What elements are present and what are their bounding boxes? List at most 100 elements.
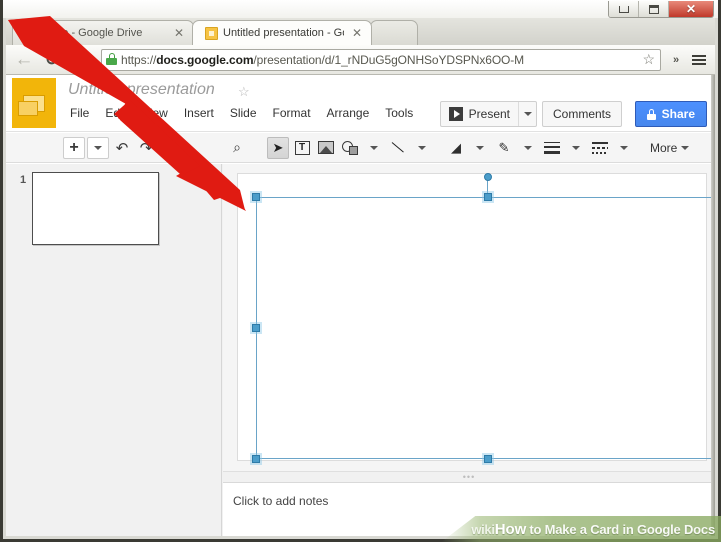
chevron-down-icon [370,145,378,150]
url-scheme: https:// [121,52,157,67]
chevron-double-right-icon[interactable]: » [667,54,685,66]
watermark-how: How [494,520,527,538]
chevron-down-icon [524,145,532,150]
google-slides-logo-icon[interactable] [12,78,56,128]
menu-edit[interactable]: Edit [105,106,126,120]
line-weight-button[interactable] [541,137,563,159]
chevron-down-icon [620,145,628,150]
document-title[interactable]: Untitled presentation [68,81,215,99]
star-document-icon[interactable]: ☆ [238,84,250,100]
line-icon [391,141,406,155]
tab-close-icon[interactable]: ✕ [349,27,365,39]
present-button[interactable]: Present [441,102,518,126]
new-slide-button[interactable]: + [63,136,85,159]
notes-splitter[interactable]: ••• [223,471,715,482]
line-dash-button[interactable] [589,137,611,159]
bookmark-star-icon[interactable]: ☆ [642,51,656,68]
maximize-button[interactable] [639,1,669,17]
line-dash-dropdown-button[interactable] [613,137,635,159]
resize-handle-bottom-center[interactable] [483,455,492,463]
slide-filmstrip[interactable]: 1 [6,164,222,536]
chevron-down-icon [94,145,102,150]
tab-my-drive[interactable]: My Drive - Google Drive ✕ [12,20,194,45]
more-label: More [650,140,678,155]
home-icon[interactable]: ⌂ [69,48,95,72]
play-icon [448,107,463,121]
menu-arrange[interactable]: Arrange [327,106,370,120]
text-box-button[interactable]: T [291,137,313,159]
insert-shape-button[interactable] [339,137,361,159]
back-arrow-icon[interactable]: ← [11,48,37,72]
close-button[interactable]: ✕ [669,1,713,17]
fill-color-dropdown-button[interactable] [469,137,491,159]
tab-title: My Drive - Google Drive [25,27,143,39]
line-color-dropdown-button[interactable] [517,137,539,159]
tab-strip: My Drive - Google Drive ✕ Untitled prese… [6,18,715,45]
watermark-wiki: wiki [471,521,495,537]
present-button-group: Present [439,101,537,127]
menu-bar: File Edit View Insert Slide Format Arran… [70,106,413,120]
insert-line-button[interactable] [387,137,409,159]
chevron-down-icon [681,145,690,150]
paint-format-icon: ✐ [164,139,176,155]
shape-dropdown-button[interactable] [363,137,385,159]
minimize-button[interactable] [609,1,639,17]
resize-handle-bottom-left[interactable] [252,455,260,463]
chevron-down-icon [572,145,580,150]
menu-insert[interactable]: Insert [184,106,214,120]
share-button[interactable]: Share [634,101,707,127]
selection-outline [256,197,715,459]
zoom-button[interactable]: ⌕ [226,137,248,159]
window-right-edge [711,75,715,536]
menu-file[interactable]: File [70,106,89,120]
rotation-handle[interactable] [483,173,492,181]
tab-close-icon[interactable]: ✕ [171,27,187,39]
present-dropdown-button[interactable] [518,102,536,126]
google-slides-app: Untitled presentation ☆ File Edit View I… [6,75,715,536]
slide-thumbnail[interactable] [32,172,160,245]
line-dropdown-button[interactable] [411,137,433,159]
close-icon: ✕ [685,2,697,16]
slide-canvas[interactable] [237,173,715,463]
hamburger-menu-icon[interactable] [688,49,710,71]
address-bar[interactable]: https://docs.google.com/presentation/d/1… [101,48,661,71]
redo-button[interactable]: ↷ [135,137,157,159]
line-weight-dropdown-button[interactable] [565,137,587,159]
minimize-icon [618,5,629,13]
select-tool-button[interactable]: ➤ [267,136,289,159]
tab-untitled-presentation[interactable]: Untitled presentation - Go ✕ [192,20,372,45]
workspace: 1 ••• Click to add notes [6,164,715,536]
filmstrip-item[interactable]: 1 [20,172,160,245]
more-button[interactable]: More [646,141,693,155]
chevron-down-icon [418,145,426,150]
new-slide-dropdown-button[interactable] [87,136,109,159]
lock-icon [106,53,117,66]
tab-title: Untitled presentation - Go [223,27,344,39]
navigation-bar: ← ⟳ ⌂ https://docs.google.com/presentati… [6,45,715,75]
plus-icon: + [69,138,79,156]
paint-bucket-icon: ◢ [451,139,461,155]
paint-format-button[interactable]: ✐ [159,137,181,159]
menu-view[interactable]: View [142,106,168,120]
insert-image-button[interactable] [315,137,337,159]
comments-button[interactable]: Comments [541,101,622,127]
fill-color-button[interactable]: ◢ [445,137,467,159]
line-weight-icon [544,141,560,154]
menu-tools[interactable]: Tools [385,106,413,120]
chevron-down-icon [523,112,532,116]
resize-handle-top-left[interactable] [252,193,260,201]
lock-icon [646,108,656,120]
tab-placeholder[interactable] [370,20,418,45]
text-box-icon: T [294,140,310,155]
menu-format[interactable]: Format [273,106,311,120]
resize-handle-middle-left[interactable] [252,324,260,332]
reload-icon[interactable]: ⟳ [40,48,66,72]
slides-favicon-icon [205,26,218,40]
resize-handle-top-center[interactable] [483,193,492,201]
browser-window: ✕ My Drive - Google Drive ✕ Untitled pre… [0,0,721,542]
line-color-button[interactable]: ✎ [493,137,515,159]
undo-button[interactable]: ↶ [111,137,133,159]
selected-shape[interactable] [252,173,715,463]
url-host: docs.google.com [156,52,254,67]
menu-slide[interactable]: Slide [230,106,257,120]
